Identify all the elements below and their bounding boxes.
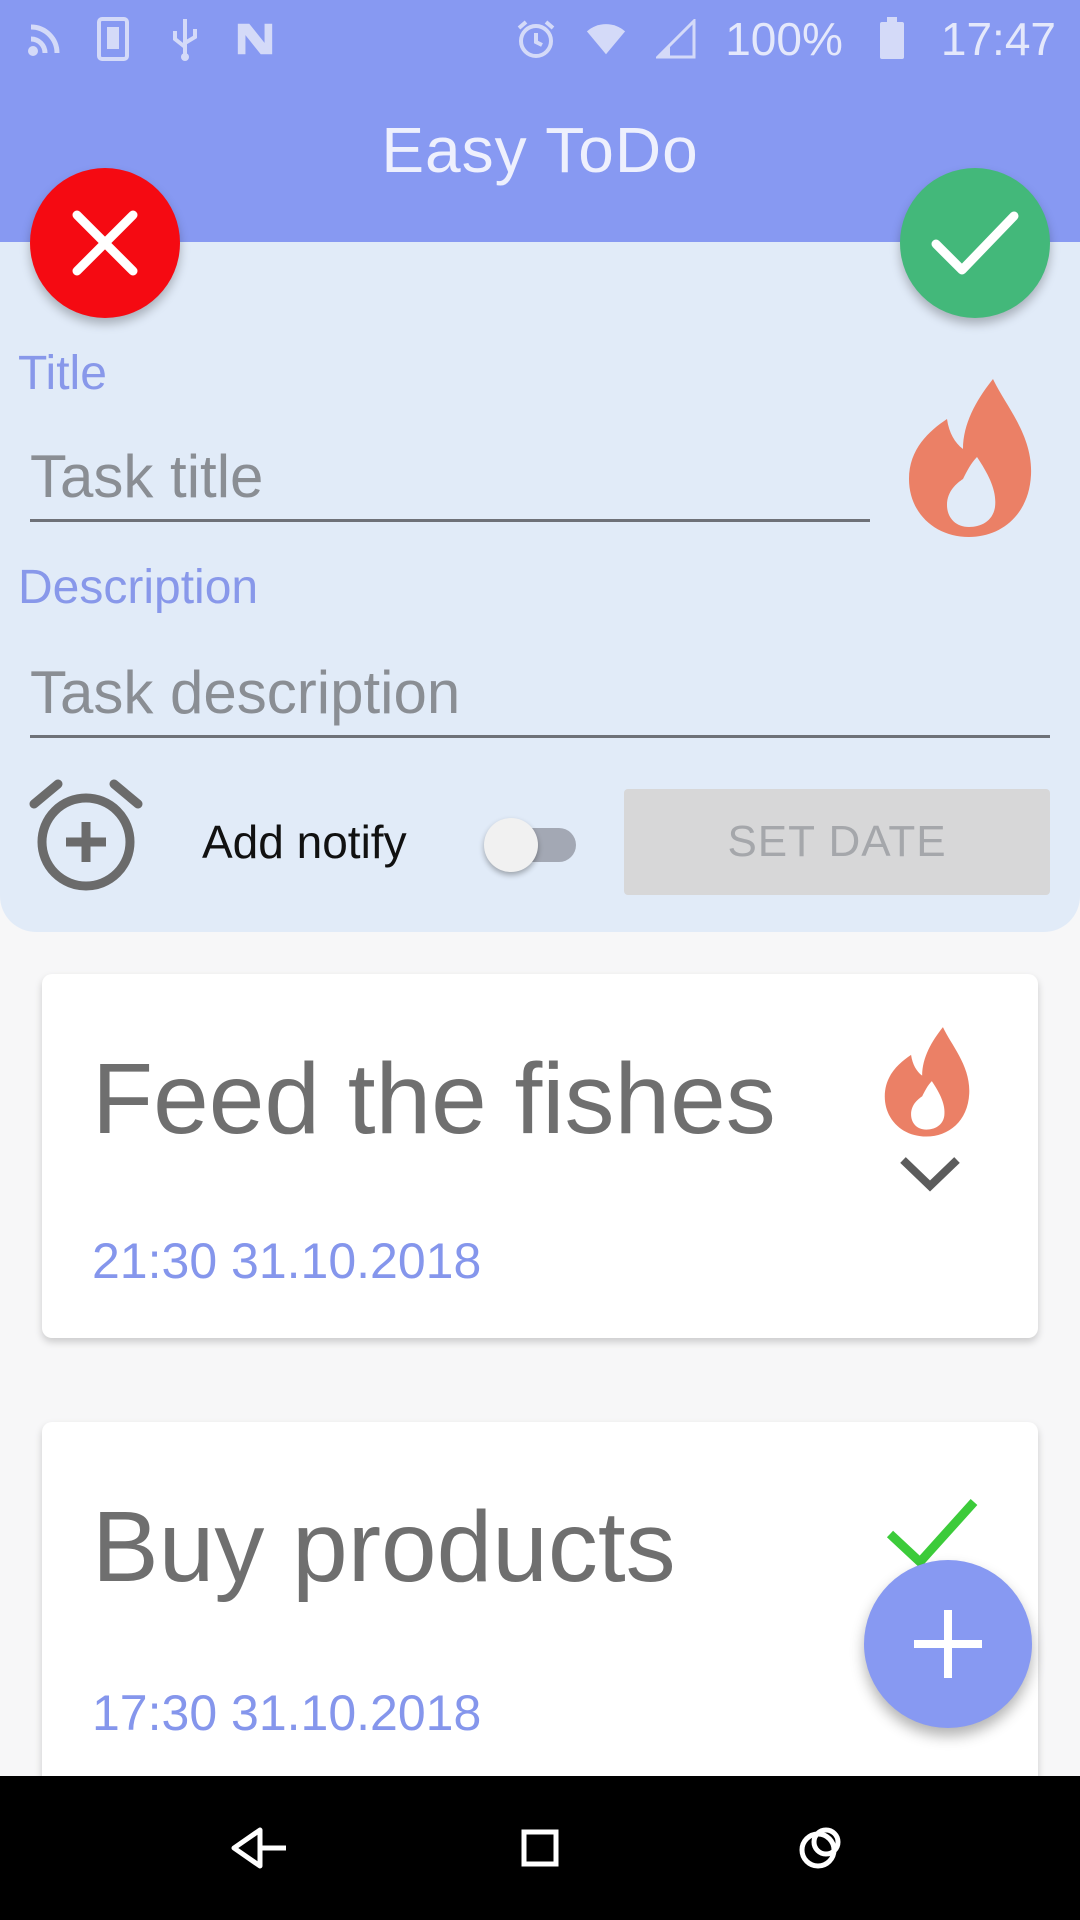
flame-icon[interactable]: [882, 1024, 972, 1139]
wifi-icon: [585, 18, 627, 60]
signal-icon: [655, 18, 697, 60]
status-left-icons: [24, 17, 276, 61]
task-datetime: 21:30 31.10.2018: [92, 1233, 482, 1289]
recents-button[interactable]: [784, 1812, 856, 1884]
flame-icon: [909, 379, 1032, 537]
priority-toggle[interactable]: [905, 375, 1035, 540]
recents-icon: [799, 1827, 841, 1869]
cancel-button[interactable]: [30, 168, 180, 318]
close-icon: [72, 210, 138, 276]
plus-icon: [914, 1610, 982, 1678]
check-icon: [931, 211, 1019, 275]
n-icon: [234, 18, 276, 60]
notify-switch[interactable]: [484, 818, 580, 872]
status-bar: 100% 17:47: [0, 0, 1080, 78]
battery-icon: [871, 17, 913, 60]
set-date-button[interactable]: SET DATE: [624, 789, 1050, 895]
done-check-icon[interactable]: [884, 1494, 980, 1570]
clock: 17:47: [940, 13, 1056, 65]
task-datetime: 17:30 31.10.2018: [92, 1685, 482, 1741]
home-square-icon: [521, 1829, 559, 1867]
alarm-add-icon[interactable]: [28, 778, 144, 894]
navigation-bar: [0, 1776, 1080, 1920]
task-description-input[interactable]: [30, 658, 1050, 738]
rss-icon: [24, 18, 66, 60]
usb-icon: [164, 18, 206, 61]
task-title-input[interactable]: [30, 442, 870, 522]
title-label: Title: [18, 347, 107, 400]
task-title: Feed the fishes: [92, 1043, 776, 1155]
app-title: Easy ToDo: [381, 114, 699, 186]
status-right-icons: 100% 17:47: [515, 12, 1056, 66]
back-icon: [231, 1827, 286, 1869]
task-title: Buy products: [92, 1491, 676, 1603]
confirm-button[interactable]: [900, 168, 1050, 318]
add-notify-label: Add notify: [202, 816, 407, 868]
add-task-button[interactable]: [864, 1560, 1032, 1728]
back-button[interactable]: [224, 1812, 296, 1884]
task-card[interactable]: Feed the fishes 21:30 31.10.2018: [42, 974, 1038, 1338]
battery-percent: 100%: [725, 13, 843, 65]
chevron-down-icon[interactable]: [897, 1154, 963, 1194]
phone-icon: [94, 17, 136, 61]
switch-thumb: [484, 818, 538, 872]
description-label: Description: [18, 561, 259, 614]
alarm-icon: [515, 18, 557, 60]
home-button[interactable]: [504, 1812, 576, 1884]
